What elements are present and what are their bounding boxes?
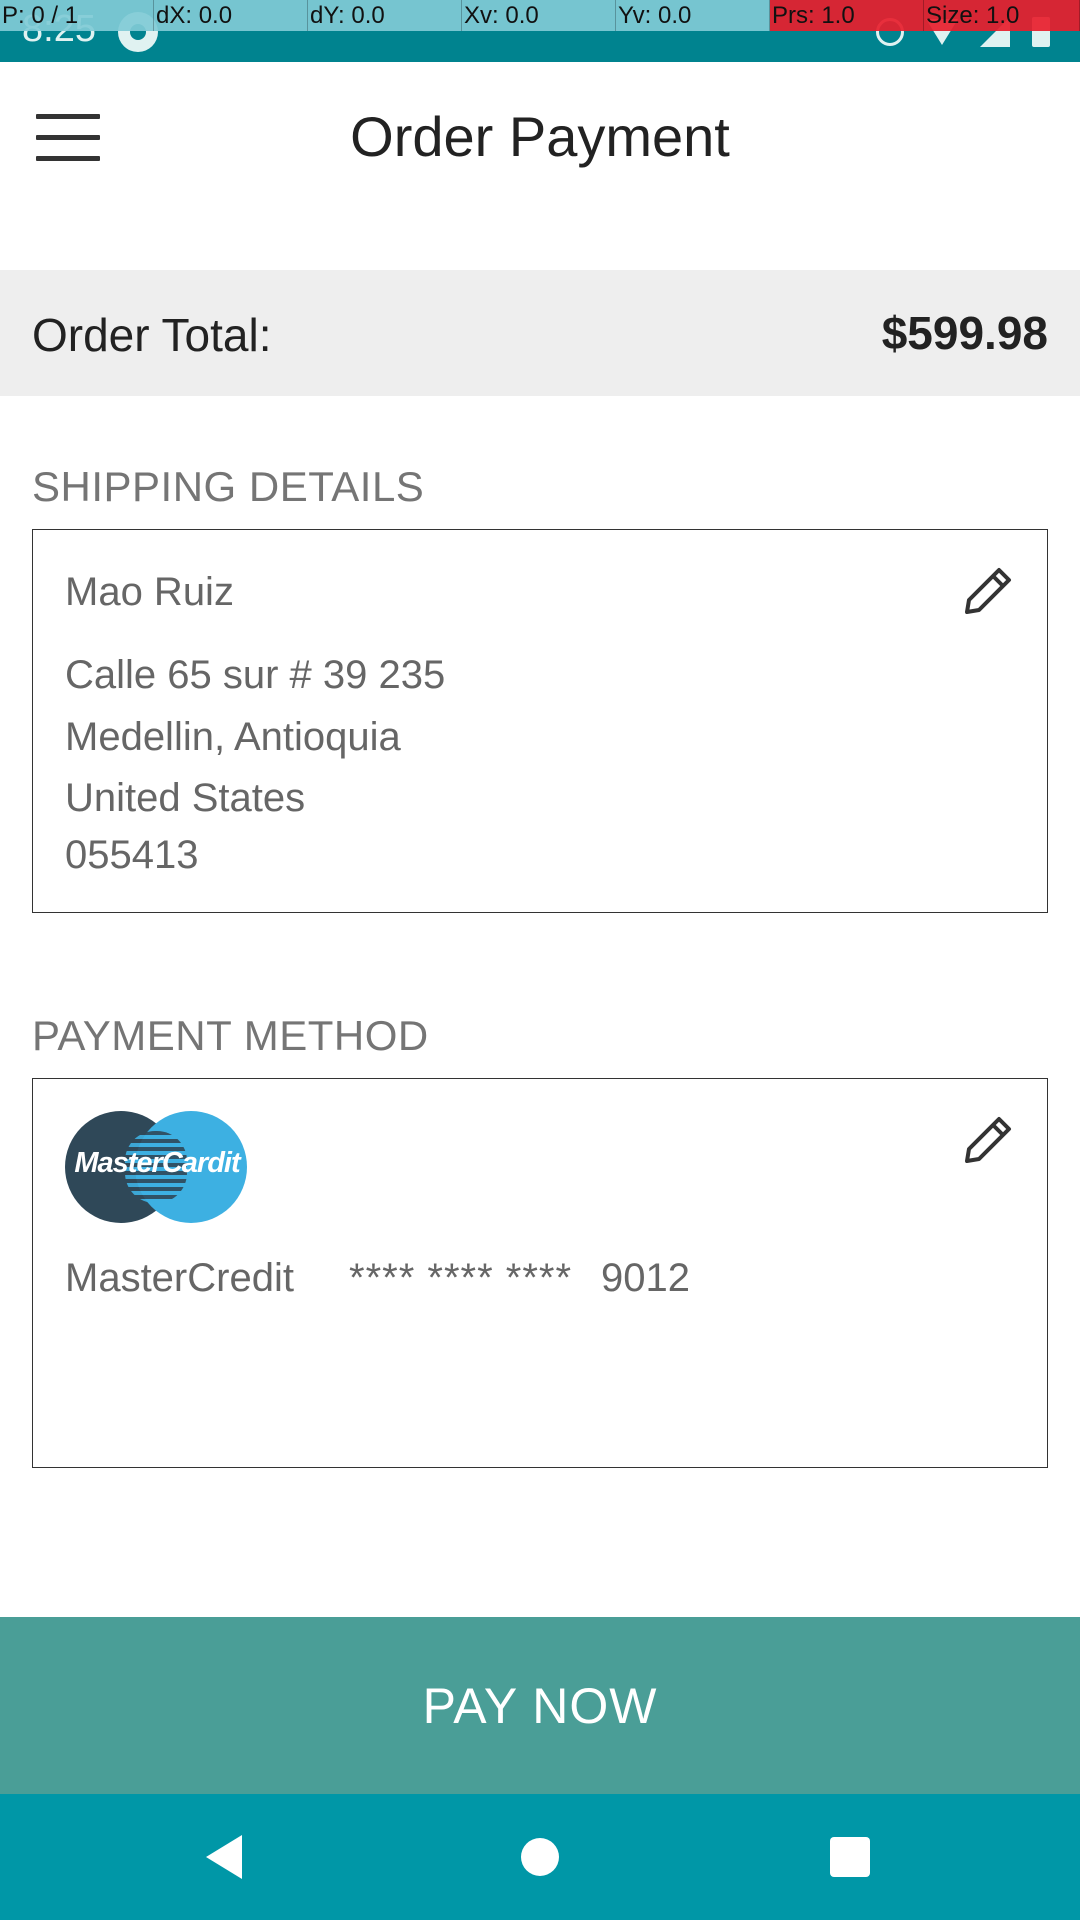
debug-dx: dX: 0.0 xyxy=(154,0,308,31)
debug-size: Size: 1.0 xyxy=(924,0,1080,31)
app-bar: Order Payment xyxy=(0,62,1080,212)
back-triangle-icon[interactable] xyxy=(196,1827,256,1887)
debug-pointer: P: 0 / 1 xyxy=(0,0,154,31)
debug-pressure: Prs: 1.0 xyxy=(770,0,924,31)
page-title: Order Payment xyxy=(350,105,730,168)
order-total-value: $599.98 xyxy=(881,307,1048,359)
card-brand-name: MasterCredit xyxy=(65,1256,294,1300)
home-circle-icon[interactable] xyxy=(510,1827,570,1887)
shipping-country: United States xyxy=(65,776,306,820)
card-last-four: 9012 xyxy=(601,1256,690,1300)
card-number-mask: **** **** **** xyxy=(349,1256,573,1300)
payment-method-card: MasterCardit MasterCredit **** **** ****… xyxy=(32,1078,1048,1468)
debug-xv: Xv: 0.0 xyxy=(462,0,616,31)
order-total-label: Order Total: xyxy=(32,309,272,361)
debug-dy: dY: 0.0 xyxy=(308,0,462,31)
shipping-address-line2: Medellin, Antioquia xyxy=(65,715,401,759)
shipping-address-line1: Calle 65 sur # 39 235 xyxy=(65,653,446,697)
edit-shipping-pencil-icon[interactable] xyxy=(959,560,1019,620)
debug-yv: Yv: 0.0 xyxy=(616,0,770,31)
order-total-bar: Order Total: $599.98 xyxy=(0,270,1080,396)
shipping-name: Mao Ruiz xyxy=(65,570,234,614)
shipping-postal-code: 055413 xyxy=(65,833,199,877)
pointer-debug-overlay: P: 0 / 1 dX: 0.0 dY: 0.0 Xv: 0.0 Yv: 0.0… xyxy=(0,0,1080,31)
shipping-details-card: Mao Ruiz Calle 65 sur # 39 235 Medellin,… xyxy=(32,529,1048,913)
recents-square-icon[interactable] xyxy=(820,1827,880,1887)
pay-now-button[interactable]: PAY NOW xyxy=(0,1617,1080,1794)
shipping-details-header: SHIPPING DETAILS xyxy=(32,463,425,510)
payment-method-header: PAYMENT METHOD xyxy=(32,1012,429,1059)
credit-card-logo: MasterCardit xyxy=(65,1111,247,1223)
system-nav-bar xyxy=(0,1794,1080,1920)
edit-payment-pencil-icon[interactable] xyxy=(959,1109,1019,1169)
credit-card-logo-text: MasterCardit xyxy=(74,1147,240,1179)
